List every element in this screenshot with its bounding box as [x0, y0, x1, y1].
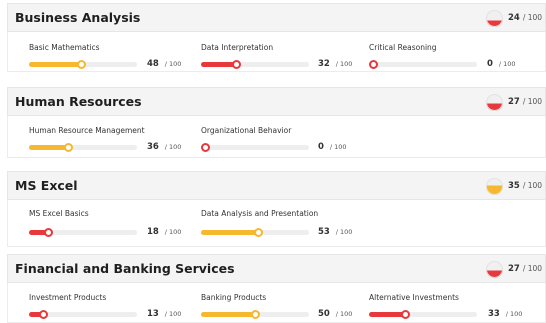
topic-score: 32 / 100: [318, 59, 353, 69]
topic-name: Critical Reasoning: [369, 43, 437, 52]
section-header[interactable]: Business Analysis 24 / 100: [7, 3, 546, 32]
score-pie-icon: [486, 94, 503, 111]
progress-track: [201, 143, 309, 152]
progress-fill: [369, 312, 405, 317]
progress-track: [29, 228, 137, 237]
section-header[interactable]: Financial and Banking Services 27 / 100: [7, 254, 546, 283]
section-title: MS Excel: [15, 178, 78, 193]
topic-score: 36 / 100: [147, 142, 182, 152]
topic-score: 0 / 100: [487, 59, 516, 69]
topic-name: Basic Mathematics: [29, 43, 100, 52]
section-title: Financial and Banking Services: [15, 261, 235, 276]
topic-name: MS Excel Basics: [29, 209, 89, 218]
topic-name: Alternative Investments: [369, 293, 459, 302]
progress-marker: [77, 60, 86, 69]
section-title: Business Analysis: [15, 10, 141, 25]
section-body: Investment Products 13 / 100 Banking Pro…: [7, 283, 546, 323]
topic-name: Data Interpretation: [201, 43, 274, 52]
topic-score: 33 / 100: [488, 309, 523, 319]
topic-score: 18 / 100: [147, 227, 182, 237]
section-body: Human Resource Management 36 / 100 Organ…: [7, 116, 546, 158]
progress-marker: [39, 310, 48, 319]
progress-marker: [201, 143, 210, 152]
topic-name: Organizational Behavior: [201, 126, 292, 135]
progress-track: [201, 228, 309, 237]
progress-fill: [29, 62, 81, 67]
section-title: Human Resources: [15, 94, 142, 109]
progress-marker: [369, 60, 378, 69]
progress-track: [369, 60, 477, 69]
topic-name: Investment Products: [29, 293, 107, 302]
section-header[interactable]: Human Resources 27 / 100: [7, 87, 546, 116]
progress-marker: [254, 228, 263, 237]
section-header[interactable]: MS Excel 35 / 100: [7, 171, 546, 200]
score-pie-icon: [486, 261, 503, 278]
progress-marker: [232, 60, 241, 69]
progress-track: [29, 60, 137, 69]
topic-score: 0 / 100: [318, 142, 347, 152]
score-pie-icon: [486, 10, 503, 27]
progress-track: [369, 310, 477, 319]
progress-marker: [401, 310, 410, 319]
topic-name: Human Resource Management: [29, 126, 145, 135]
progress-fill: [29, 145, 68, 150]
progress-track: [201, 310, 309, 319]
topic-score: 53 / 100: [318, 227, 353, 237]
section-score: 35 / 100: [508, 181, 543, 191]
section-body: MS Excel Basics 18 / 100 Data Analysis a…: [7, 200, 546, 247]
progress-track: [29, 310, 137, 319]
score-pie-icon: [486, 178, 503, 195]
progress-marker: [64, 143, 73, 152]
progress-fill: [201, 230, 258, 235]
progress-track: [201, 60, 309, 69]
progress-track: [29, 143, 137, 152]
section-score: 24 / 100: [508, 13, 543, 23]
topic-name: Banking Products: [201, 293, 267, 302]
progress-marker: [44, 228, 53, 237]
topic-score: 48 / 100: [147, 59, 182, 69]
progress-fill: [201, 312, 255, 317]
topic-score: 50 / 100: [318, 309, 353, 319]
topic-score: 13 / 100: [147, 309, 182, 319]
progress-marker: [251, 310, 260, 319]
topic-name: Data Analysis and Presentation: [201, 209, 319, 218]
progress-fill: [201, 62, 236, 67]
section-score: 27 / 100: [508, 97, 543, 107]
section-score: 27 / 100: [508, 264, 543, 274]
section-body: Basic Mathematics 48 / 100 Data Interpre…: [7, 32, 546, 72]
